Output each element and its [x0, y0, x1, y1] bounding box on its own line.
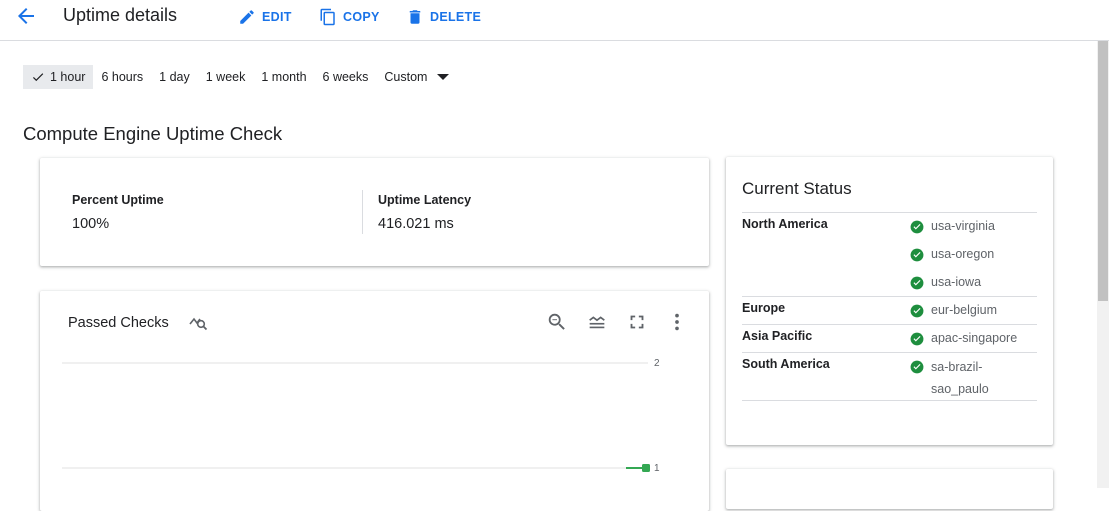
- trash-icon: [409, 10, 421, 24]
- range-label: Custom: [384, 70, 428, 84]
- location-item: sa-brazil- sao_paulo: [910, 359, 1031, 400]
- range-label: 6 weeks: [322, 70, 369, 84]
- location-item: usa-virginia: [910, 219, 995, 234]
- region-row-europe: Europe eur-belgium: [742, 296, 1037, 324]
- passed-checks-chart: 2 1: [62, 358, 660, 474]
- location-name: usa-virginia: [931, 219, 995, 233]
- back-button[interactable]: [14, 4, 42, 28]
- location-name: eur-belgium: [931, 303, 998, 317]
- section-title: Compute Engine Uptime Check: [23, 123, 283, 144]
- region-name: North America: [742, 217, 828, 231]
- location-item: usa-oregon: [910, 247, 994, 262]
- check-circle-icon: [910, 276, 924, 290]
- current-status-card: Current Status North America usa-virgini…: [726, 157, 1053, 445]
- pencil-icon: [240, 10, 254, 24]
- range-option-1-week[interactable]: 1 week: [198, 65, 254, 89]
- location-name: usa-iowa: [931, 275, 982, 289]
- time-range-selector: 1 hour 6 hours 1 day 1 week 1 month 6 we…: [23, 65, 463, 89]
- percent-uptime-label: Percent Uptime: [72, 193, 164, 207]
- location-name: usa-oregon: [931, 247, 995, 261]
- location-name: sa-brazil- sao_paulo: [931, 360, 989, 396]
- range-option-6-weeks[interactable]: 6 weeks: [315, 65, 377, 89]
- passed-checks-chart-card: Passed Checks 2 1: [40, 291, 709, 511]
- status-title: Current Status: [742, 179, 852, 198]
- percent-uptime-value: 100%: [72, 216, 110, 232]
- range-label: 1 day: [159, 70, 190, 84]
- range-label: 1 hour: [50, 70, 86, 84]
- copy-label: COPY: [343, 10, 380, 24]
- region-row-south-america: South America sa-brazil- sao_paulo: [742, 352, 1037, 401]
- copy-button[interactable]: COPY: [319, 8, 380, 26]
- arrow-back-icon: [18, 8, 34, 24]
- check-circle-icon: [910, 220, 924, 234]
- delete-button[interactable]: DELETE: [406, 8, 481, 26]
- range-option-1-hour[interactable]: 1 hour: [23, 65, 94, 89]
- location-item: usa-iowa: [910, 275, 981, 290]
- range-option-6-hours[interactable]: 6 hours: [93, 65, 151, 89]
- uptime-latency-value: 416.021 ms: [378, 216, 454, 232]
- top-bar: Uptime details EDIT COPY DELETE: [0, 0, 1109, 41]
- location-item: apac-singapore: [910, 331, 1017, 346]
- range-option-custom[interactable]: Custom: [376, 65, 463, 89]
- range-label: 1 month: [261, 70, 307, 84]
- data-point: [642, 464, 650, 472]
- copy-icon: [320, 8, 335, 26]
- dropdown-arrow-icon: [437, 74, 450, 80]
- next-card: [726, 469, 1053, 509]
- series-layer: [626, 464, 650, 472]
- y-tick-label: 2: [654, 358, 660, 369]
- range-option-1-day[interactable]: 1 day: [151, 65, 198, 89]
- region-row-north-america: North America usa-virginia usa-oregon us…: [742, 212, 1037, 296]
- uptime-latency-label: Uptime Latency: [378, 193, 472, 207]
- y-tick-label: 1: [654, 463, 660, 474]
- metric-divider: [362, 190, 363, 234]
- edit-button[interactable]: EDIT: [238, 8, 292, 26]
- region-name: Asia Pacific: [742, 329, 813, 343]
- check-circle-icon: [910, 304, 924, 318]
- region-row-asia-pacific: Asia Pacific apac-singapore: [742, 324, 1037, 352]
- range-option-1-month[interactable]: 1 month: [253, 65, 314, 89]
- checkmark-icon: [32, 73, 44, 82]
- page-title: Uptime details: [63, 5, 178, 25]
- location-item: eur-belgium: [910, 303, 997, 318]
- range-label: 1 week: [205, 70, 246, 84]
- check-circle-icon: [910, 332, 924, 346]
- metrics-card: Percent Uptime 100% Uptime Latency 416.0…: [40, 158, 709, 266]
- edit-label: EDIT: [262, 10, 292, 24]
- status-divider: [742, 400, 1037, 401]
- range-label: 6 hours: [101, 70, 144, 84]
- scrollbar-thumb[interactable]: [1098, 41, 1108, 301]
- check-circle-icon: [910, 248, 924, 262]
- delete-label: DELETE: [430, 10, 482, 24]
- region-name: Europe: [742, 301, 786, 315]
- region-name: South America: [742, 357, 830, 371]
- location-name: apac-singapore: [931, 331, 1018, 345]
